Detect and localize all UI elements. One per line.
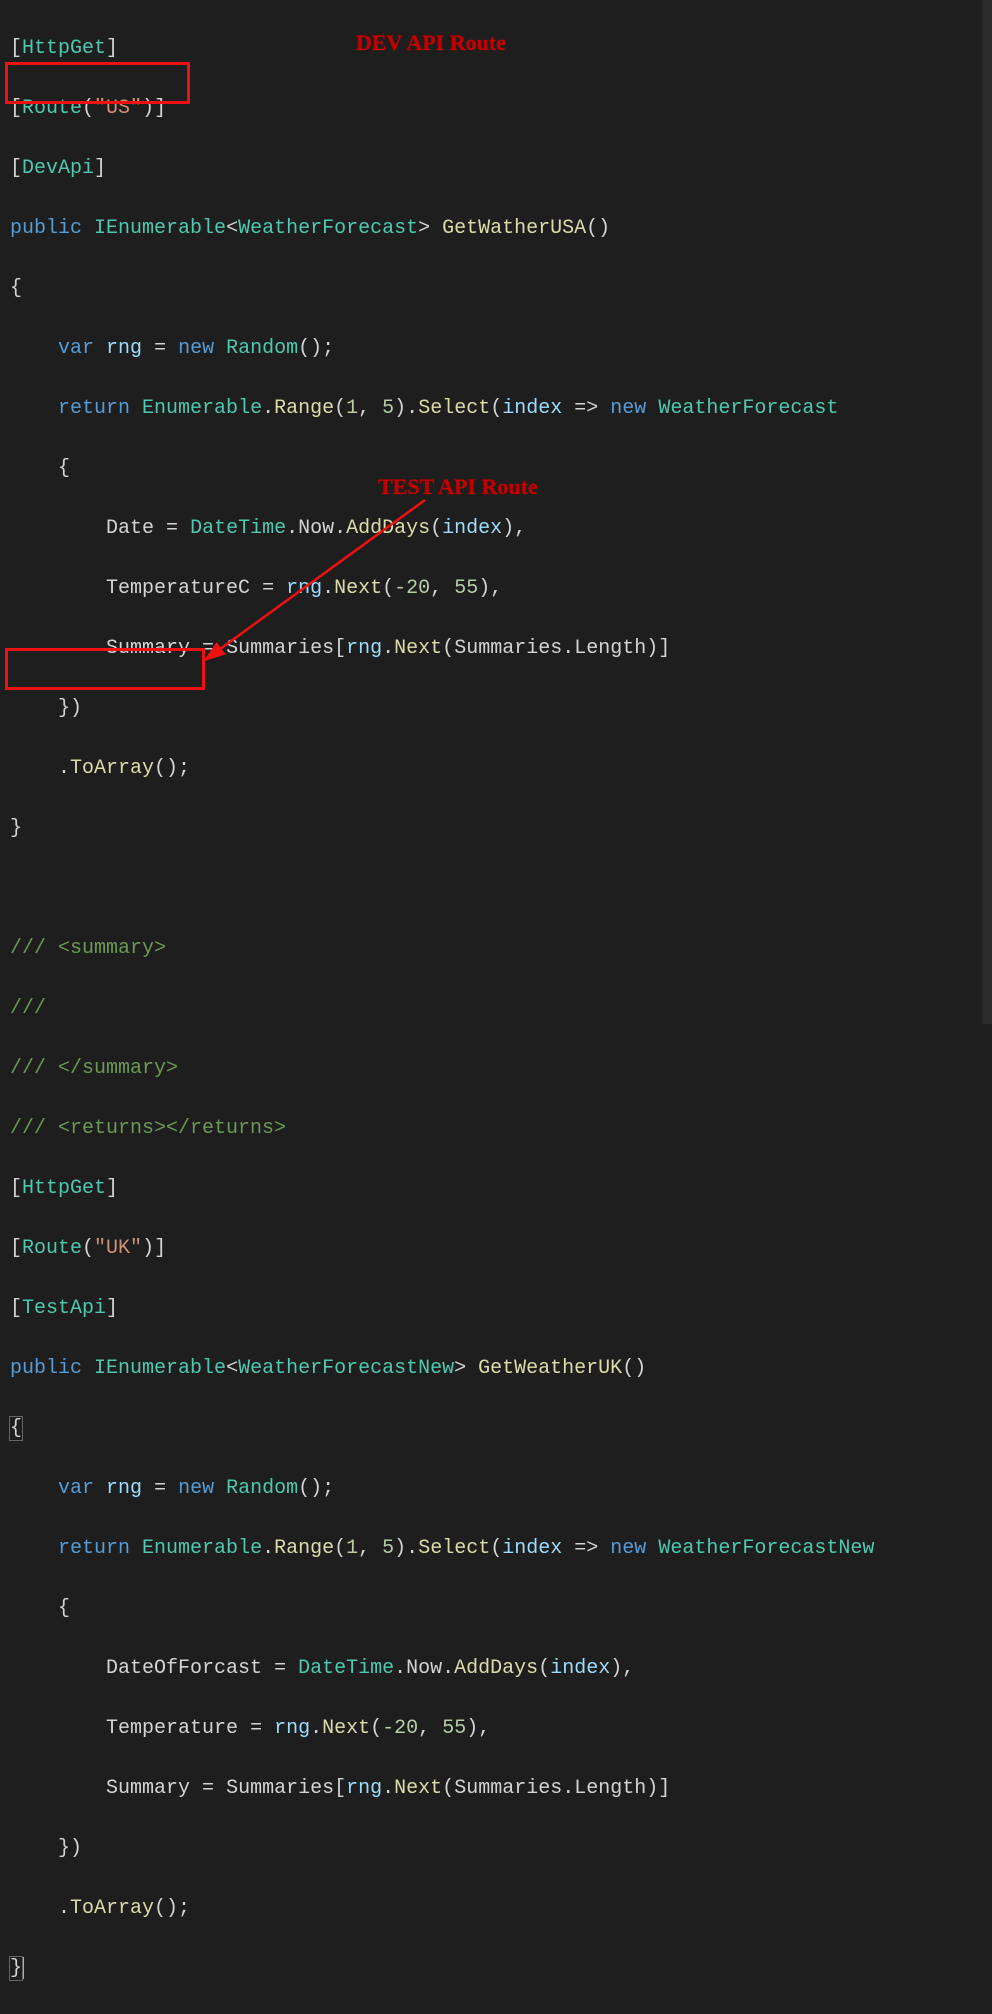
scrollbar-track[interactable] <box>982 0 992 1024</box>
route-us-string: "US" <box>94 97 142 120</box>
attr-httpget-2: HttpGet <box>22 1177 106 1200</box>
attr-httpget: HttpGet <box>22 37 106 60</box>
method-getwatherusa: GetWatherUSA <box>442 217 586 240</box>
method-getweatheruk: GetWeatherUK <box>478 1357 622 1380</box>
attr-devapi: DevApi <box>22 157 94 180</box>
route-uk-string: "UK" <box>94 1237 142 1260</box>
text-cursor <box>22 1957 24 1979</box>
attr-testapi: TestApi <box>22 1297 106 1320</box>
attr-route: Route <box>22 97 82 120</box>
xml-comment: /// <summary> <box>10 937 166 960</box>
code-editor[interactable]: [HttpGet] [Route("US")] [DevApi] public … <box>0 0 992 2014</box>
